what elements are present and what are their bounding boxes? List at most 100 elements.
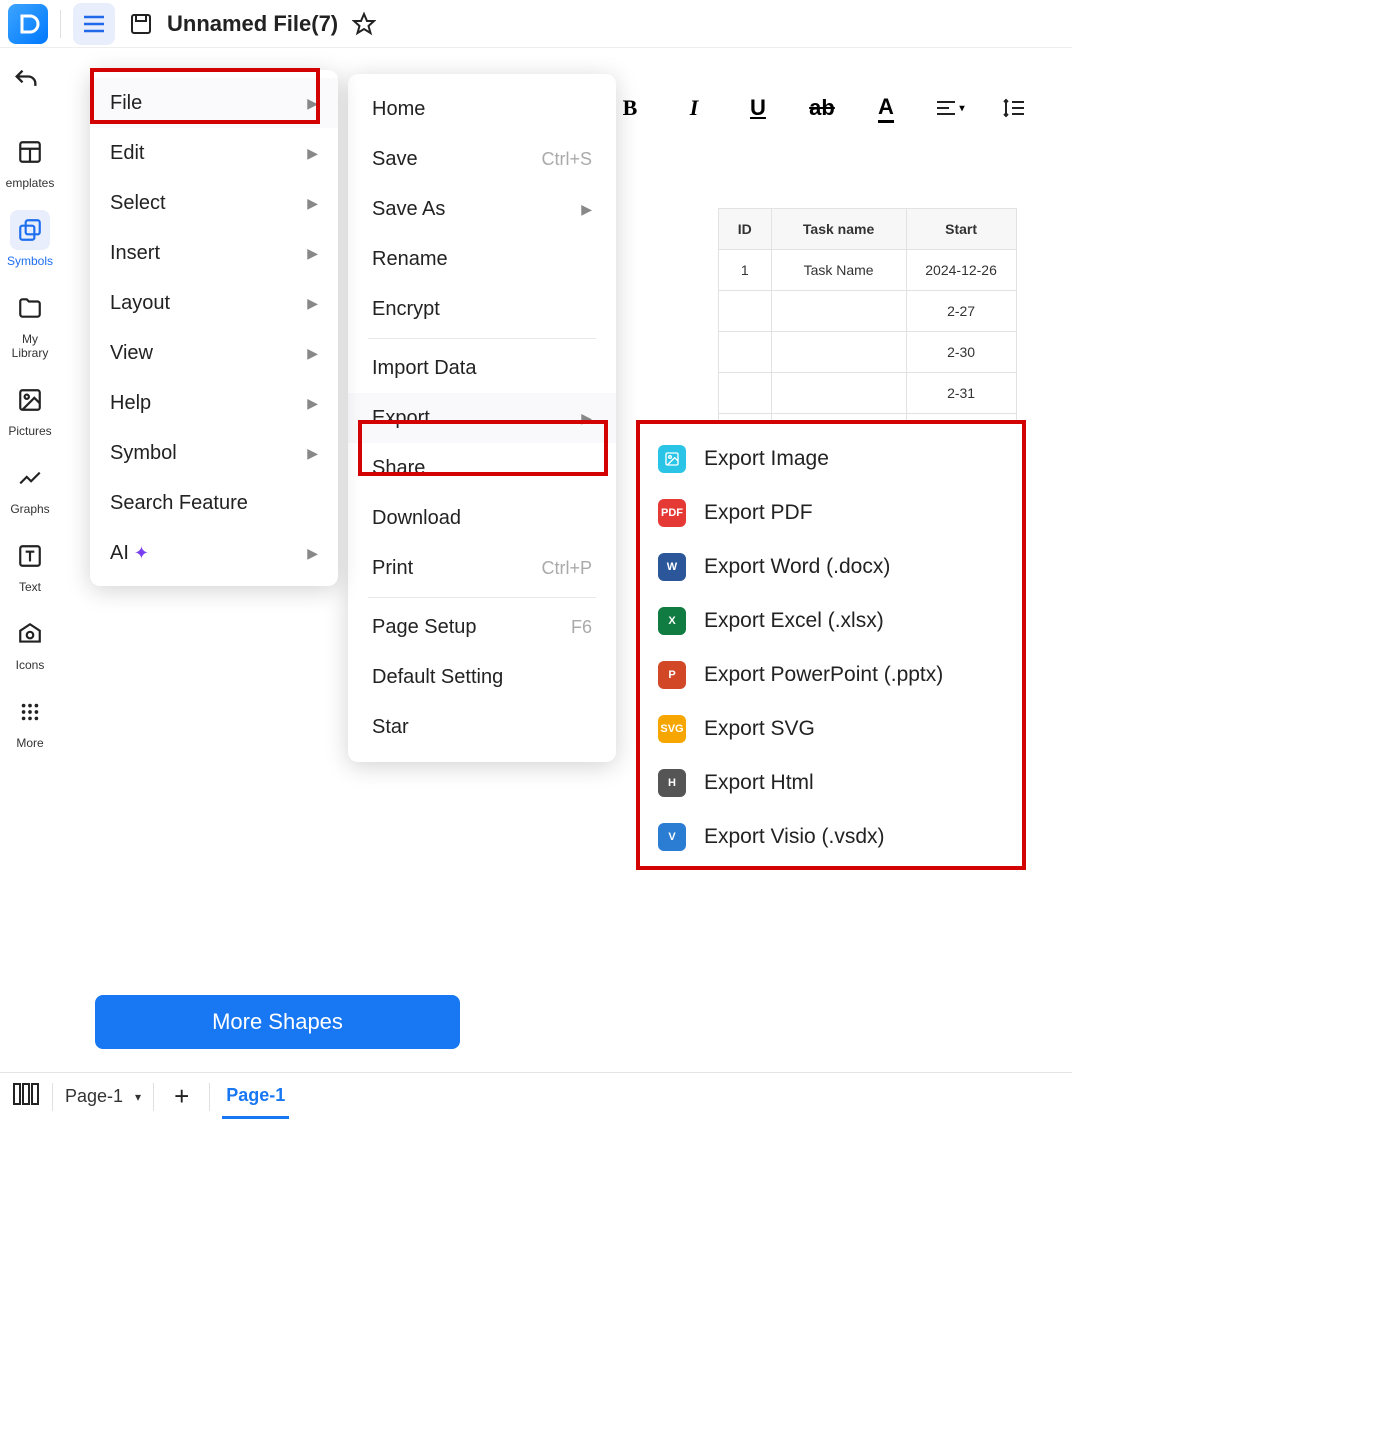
menu-item-ai[interactable]: AI ✦▶ — [90, 528, 338, 578]
file-type-icon: V — [658, 823, 686, 851]
menu-item-label: Help — [110, 392, 151, 415]
col-start: Start — [906, 209, 1016, 250]
sidebar-item-symbols[interactable]: Symbols — [6, 210, 54, 268]
sidebar-item-icons[interactable]: Icons — [6, 614, 54, 672]
menu-item-search-feature[interactable]: Search Feature — [90, 478, 338, 528]
sidebar-label: Symbols — [7, 254, 53, 268]
table-cell — [771, 332, 906, 373]
menu-item-rename[interactable]: Rename — [348, 234, 616, 284]
export-option-label: Export PowerPoint (.pptx) — [704, 663, 943, 687]
table-row[interactable]: 2-30 — [719, 332, 1017, 373]
menu-item-default-setting[interactable]: Default Setting — [348, 652, 616, 702]
menu-item-select[interactable]: Select▶ — [90, 178, 338, 228]
menu-item-label: Rename — [372, 248, 448, 271]
align-button[interactable]: ▾ — [930, 88, 970, 128]
hamburger-menu-button[interactable] — [73, 3, 115, 45]
sidebar-label: emplates — [6, 176, 55, 190]
file-title[interactable]: Unnamed File(7) — [167, 11, 338, 37]
menu-item-label: Default Setting — [372, 666, 503, 689]
more-shapes-button[interactable]: More Shapes — [95, 995, 460, 1049]
export-option-export-visio-vsdx-[interactable]: VExport Visio (.vsdx) — [636, 810, 1024, 864]
file-type-icon: PDF — [658, 499, 686, 527]
table-cell: 2-27 — [906, 291, 1016, 332]
line-spacing-button[interactable] — [994, 88, 1034, 128]
divider — [60, 10, 61, 38]
menu-item-import-data[interactable]: Import Data — [348, 343, 616, 393]
menu-item-file[interactable]: File▶ — [90, 78, 338, 128]
menu-item-insert[interactable]: Insert▶ — [90, 228, 338, 278]
sidebar-item-my-library[interactable]: My Library — [6, 288, 54, 360]
export-option-export-powerpoint-pptx-[interactable]: PExport PowerPoint (.pptx) — [636, 648, 1024, 702]
page-selector-label: Page-1 — [65, 1086, 123, 1107]
strikethrough-button[interactable]: ab — [802, 88, 842, 128]
menu-item-label: Print — [372, 557, 413, 580]
menu-item-label: Edit — [110, 142, 144, 165]
menu-item-export[interactable]: Export▶ — [348, 393, 616, 443]
sidebar-label: More — [16, 736, 43, 750]
save-icon[interactable] — [127, 10, 155, 38]
menu-item-layout[interactable]: Layout▶ — [90, 278, 338, 328]
export-option-export-word-docx-[interactable]: WExport Word (.docx) — [636, 540, 1024, 594]
sidebar-item-text[interactable]: Text — [6, 536, 54, 594]
menu-item-save-as[interactable]: Save As▶ — [348, 184, 616, 234]
menu-item-label: View — [110, 342, 153, 365]
separator — [368, 597, 596, 598]
undo-button[interactable] — [8, 62, 44, 98]
page-layout-icon[interactable] — [12, 1082, 40, 1111]
chevron-down-icon: ▾ — [135, 1090, 141, 1104]
left-sidebar: emplates Symbols My Library Pictures Gra… — [0, 112, 60, 1072]
table-row[interactable]: 1Task Name2024-12-26 — [719, 250, 1017, 291]
menu-item-symbol[interactable]: Symbol▶ — [90, 428, 338, 478]
chevron-right-icon: ▶ — [307, 445, 318, 462]
text-icon — [10, 536, 50, 576]
export-option-export-html[interactable]: HExport Html — [636, 756, 1024, 810]
menu-item-label: AI ✦ — [110, 542, 149, 565]
menu-item-label: Share — [372, 457, 425, 480]
export-option-export-pdf[interactable]: PDFExport PDF — [636, 486, 1024, 540]
menu-item-page-setup[interactable]: Page SetupF6 — [348, 602, 616, 652]
col-id: ID — [719, 209, 772, 250]
menu-item-print[interactable]: PrintCtrl+P — [348, 543, 616, 593]
italic-button[interactable]: I — [674, 88, 714, 128]
menu-item-label: Save — [372, 148, 418, 171]
page-tab[interactable]: Page-1 — [222, 1075, 289, 1119]
add-page-button[interactable]: + — [166, 1081, 197, 1112]
font-color-button[interactable]: A — [866, 88, 906, 128]
table-row[interactable]: 2-27 — [719, 291, 1017, 332]
page-selector[interactable]: Page-1 ▾ — [65, 1086, 141, 1107]
menu-item-edit[interactable]: Edit▶ — [90, 128, 338, 178]
menu-item-view[interactable]: View▶ — [90, 328, 338, 378]
sidebar-item-pictures[interactable]: Pictures — [6, 380, 54, 438]
more-icon — [10, 692, 50, 732]
chevron-right-icon: ▶ — [307, 245, 318, 262]
sidebar-item-templates[interactable]: emplates — [6, 132, 54, 190]
menu-item-save[interactable]: Save Ctrl+S — [348, 134, 616, 184]
chevron-right-icon: ▶ — [307, 95, 318, 112]
star-icon[interactable] — [350, 10, 378, 38]
export-option-export-image[interactable]: Export Image — [636, 432, 1024, 486]
underline-button[interactable]: U — [738, 88, 778, 128]
shortcut-label: Ctrl+S — [541, 149, 592, 170]
export-option-label: Export Image — [704, 447, 829, 471]
sidebar-label: Icons — [16, 658, 45, 672]
graphs-icon — [10, 458, 50, 498]
app-logo[interactable] — [8, 4, 48, 44]
sidebar-item-graphs[interactable]: Graphs — [6, 458, 54, 516]
file-type-icon: X — [658, 607, 686, 635]
menu-item-star[interactable]: Star — [348, 702, 616, 752]
bold-button[interactable]: B — [610, 88, 650, 128]
menu-item-help[interactable]: Help▶ — [90, 378, 338, 428]
table-row[interactable]: 2-31 — [719, 373, 1017, 414]
export-option-export-excel-xlsx-[interactable]: XExport Excel (.xlsx) — [636, 594, 1024, 648]
export-option-export-svg[interactable]: SVGExport SVG — [636, 702, 1024, 756]
menu-item-label: Export — [372, 407, 430, 430]
symbols-icon — [10, 210, 50, 250]
table-cell — [719, 291, 772, 332]
menu-item-download[interactable]: Download — [348, 493, 616, 543]
menu-item-encrypt[interactable]: Encrypt — [348, 284, 616, 334]
file-type-icon: H — [658, 769, 686, 797]
menu-item-label: Search Feature — [110, 492, 248, 515]
sidebar-item-more[interactable]: More — [6, 692, 54, 750]
menu-item-share[interactable]: Share — [348, 443, 616, 493]
menu-item-home[interactable]: Home — [348, 84, 616, 134]
